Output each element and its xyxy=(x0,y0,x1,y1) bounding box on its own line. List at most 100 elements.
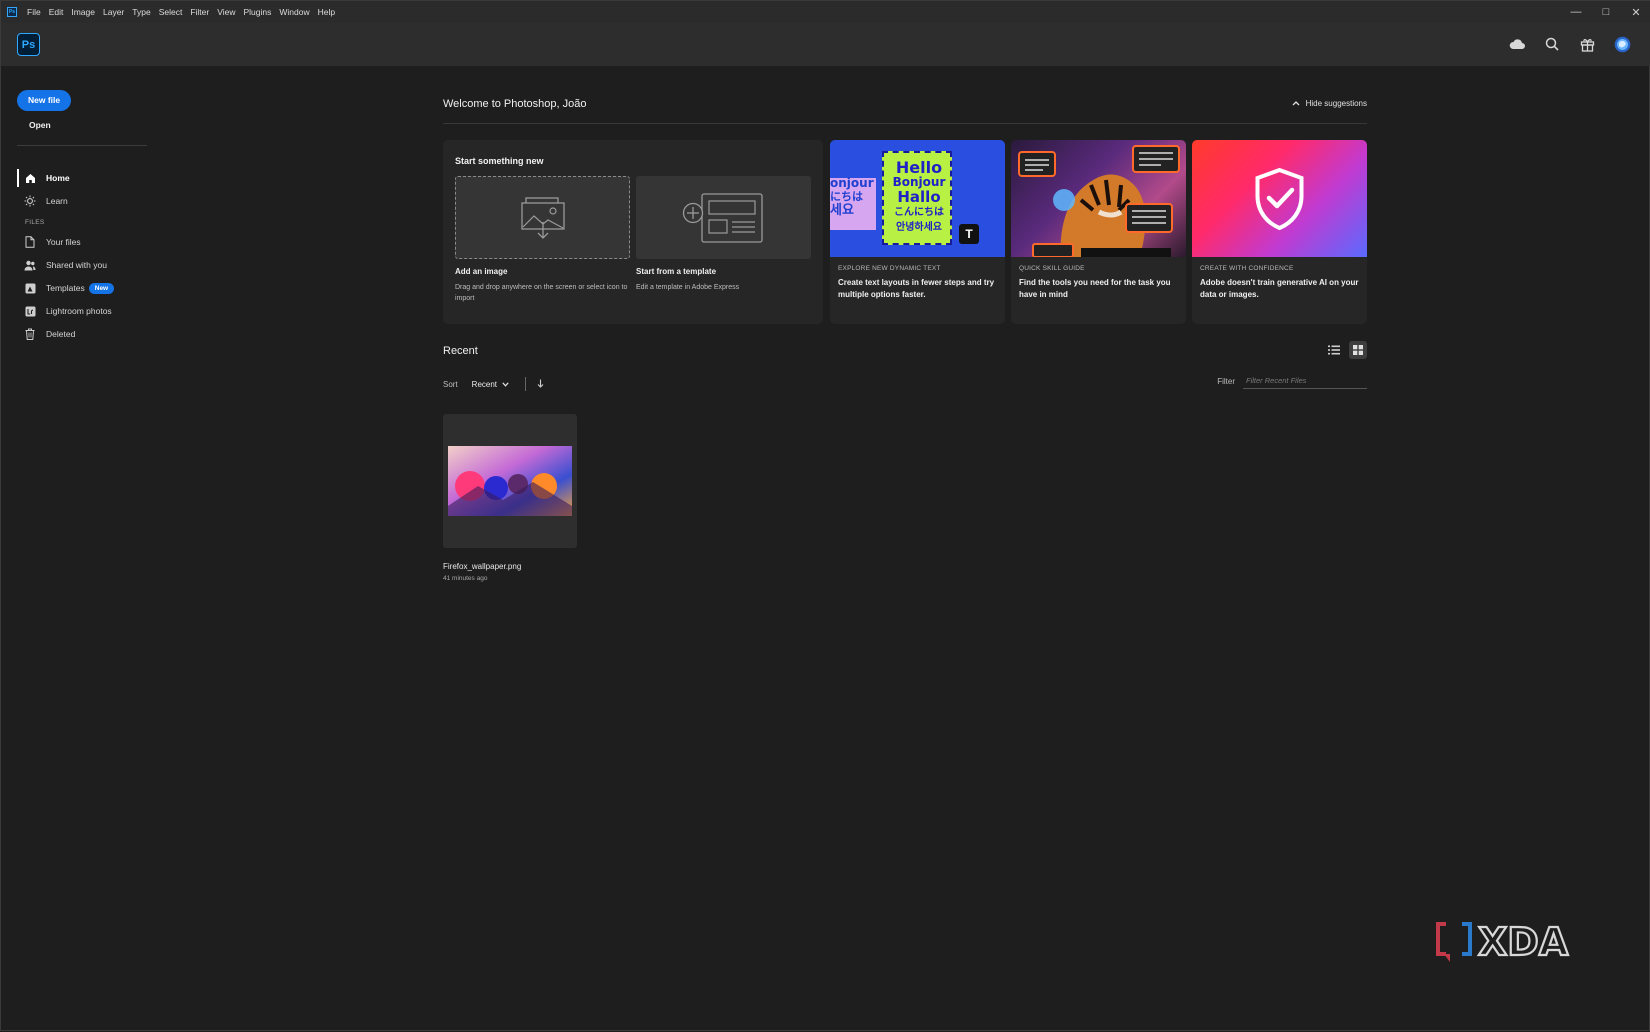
sidebar-item-label: Lightroom photos xyxy=(46,306,112,316)
start-from-template-tile[interactable] xyxy=(636,176,811,259)
artwork-multilingual-text: Hello Bonjour Hallo こんにちは 안녕하세요 xyxy=(892,158,946,234)
add-image-description: Drag and drop anywhere on the screen or … xyxy=(455,284,628,302)
sidebar-item-your-files[interactable]: Your files xyxy=(17,233,81,251)
promo-card-skill-guide[interactable]: QUICK SKILL GUIDE Find the tools you nee… xyxy=(1011,140,1186,324)
sort-value: Recent xyxy=(471,379,498,389)
sort-dropdown[interactable]: Recent xyxy=(472,380,509,389)
trash-icon xyxy=(24,328,36,340)
sidebar: New file Open Home Learn FILES Your file… xyxy=(1,66,151,1032)
file-icon xyxy=(24,236,36,248)
close-icon[interactable]: ✕ xyxy=(1621,1,1650,23)
sidebar-item-label: Deleted xyxy=(46,329,76,339)
menu-filter[interactable]: Filter xyxy=(186,7,213,17)
sidebar-item-label: Your files xyxy=(46,237,81,247)
new-file-button[interactable]: New file xyxy=(17,90,72,111)
open-button[interactable]: Open xyxy=(29,120,51,130)
hide-suggestions-label: Hide suggestions xyxy=(1305,99,1367,108)
file-thumbnail xyxy=(448,446,572,516)
sidebar-item-label: Shared with you xyxy=(46,260,107,270)
menu-plugins[interactable]: Plugins xyxy=(239,7,275,17)
xda-wordmark: XDA xyxy=(1478,920,1569,964)
promo-title: Create text layouts in fewer steps and t… xyxy=(838,278,995,299)
filter-input[interactable]: Filter Recent Files xyxy=(1243,373,1367,389)
sidebar-item-learn[interactable]: Learn xyxy=(17,192,68,210)
menu-help[interactable]: Help xyxy=(314,7,339,17)
sidebar-item-label: Learn xyxy=(46,196,68,206)
maximize-icon[interactable]: □ xyxy=(1591,1,1621,23)
sidebar-item-deleted[interactable]: Deleted xyxy=(17,325,75,343)
templates-icon xyxy=(24,282,36,294)
tiger-artwork xyxy=(1011,140,1186,258)
promo-card-confidence[interactable]: CREATE WITH CONFIDENCE Adobe doesn't tra… xyxy=(1192,140,1367,324)
people-icon xyxy=(24,259,36,271)
sidebar-item-label: Home xyxy=(46,173,70,183)
menu-file[interactable]: File xyxy=(23,7,45,17)
text-tool-icon: T xyxy=(959,224,979,244)
sort-divider xyxy=(525,377,527,391)
menu-edit[interactable]: Edit xyxy=(45,7,68,17)
sort-label: Sort xyxy=(443,379,458,389)
header-icons xyxy=(1508,35,1631,53)
image-upload-icon xyxy=(520,196,565,239)
sort-row: Sort Recent xyxy=(443,377,544,391)
add-image-tile[interactable] xyxy=(455,176,630,259)
menu-window[interactable]: Window xyxy=(275,7,313,17)
sidebar-item-home[interactable]: Home xyxy=(17,169,70,187)
sidebar-item-label: Templates xyxy=(46,283,85,293)
recent-file-time: 41 minutes ago xyxy=(443,575,488,582)
page-title: Welcome to Photoshop, João xyxy=(443,98,587,110)
window-controls: — □ ✕ xyxy=(1561,1,1650,23)
ps-small-logo-icon: Ps xyxy=(7,7,17,17)
home-icon xyxy=(24,172,36,184)
artwork-side-text: onjour にちは 세요 xyxy=(830,176,874,218)
menu-bar: Ps File Edit Image Layer Type Select Fil… xyxy=(1,1,1650,23)
view-toggle xyxy=(1325,341,1367,359)
app-header: Ps xyxy=(1,23,1650,66)
template-add-icon xyxy=(682,192,763,243)
sidebar-item-lightroom[interactable]: Lightroom photos xyxy=(17,302,112,320)
photoshop-logo: Ps xyxy=(17,33,40,56)
shield-artwork xyxy=(1192,140,1367,257)
shield-check-icon xyxy=(1255,167,1304,231)
dynamic-text-artwork: onjour にちは 세요 Hello Bonjour Hallo こんにちは … xyxy=(830,140,1005,257)
xda-watermark: XDA xyxy=(1434,918,1592,965)
promo-eyebrow: EXPLORE NEW DYNAMIC TEXT xyxy=(838,265,941,272)
recent-section-title: Recent xyxy=(443,345,478,357)
promo-card-dynamic-text[interactable]: onjour にちは 세요 Hello Bonjour Hallo こんにちは … xyxy=(830,140,1005,324)
template-label: Start from a template xyxy=(636,267,717,276)
sidebar-item-shared[interactable]: Shared with you xyxy=(17,256,107,274)
files-section-header: FILES xyxy=(25,219,45,226)
start-something-new-card: Start something new Add an image Drag an… xyxy=(443,140,823,324)
recent-file-card[interactable] xyxy=(443,414,577,548)
template-description: Edit a template in Adobe Express xyxy=(636,284,740,291)
search-icon[interactable] xyxy=(1543,35,1561,53)
avatar[interactable] xyxy=(1613,35,1631,53)
new-badge: New xyxy=(88,282,115,294)
minimize-icon[interactable]: — xyxy=(1561,1,1591,23)
filter-label: Filter xyxy=(1217,376,1235,386)
sort-direction-icon[interactable] xyxy=(537,379,544,390)
hide-suggestions-button[interactable]: Hide suggestions xyxy=(1292,99,1367,108)
menu-view[interactable]: View xyxy=(213,7,239,17)
promo-eyebrow: QUICK SKILL GUIDE xyxy=(1019,265,1085,272)
promo-title: Find the tools you need for the task you… xyxy=(1019,278,1171,299)
photoshop-window: Ps File Edit Image Layer Type Select Fil… xyxy=(0,0,1650,1031)
sidebar-item-templates[interactable]: Templates New xyxy=(17,279,115,297)
list-view-icon[interactable] xyxy=(1325,341,1343,359)
grid-view-icon[interactable] xyxy=(1349,341,1367,359)
recent-file-name[interactable]: Firefox_wallpaper.png xyxy=(443,562,521,571)
lightroom-icon xyxy=(24,305,36,317)
menu-layer[interactable]: Layer xyxy=(99,7,128,17)
chevron-down-icon xyxy=(502,381,509,387)
menu-image[interactable]: Image xyxy=(67,7,99,17)
promo-eyebrow: CREATE WITH CONFIDENCE xyxy=(1200,265,1294,272)
gift-icon[interactable] xyxy=(1578,35,1596,53)
sidebar-divider xyxy=(17,145,147,146)
chevron-up-icon xyxy=(1292,99,1300,108)
menu-type[interactable]: Type xyxy=(128,7,154,17)
promo-title: Adobe doesn't train generative AI on you… xyxy=(1200,278,1359,299)
start-title: Start something new xyxy=(455,156,544,166)
menu-select[interactable]: Select xyxy=(155,7,187,17)
cloud-icon[interactable] xyxy=(1508,35,1526,53)
add-image-label: Add an image xyxy=(455,267,508,276)
